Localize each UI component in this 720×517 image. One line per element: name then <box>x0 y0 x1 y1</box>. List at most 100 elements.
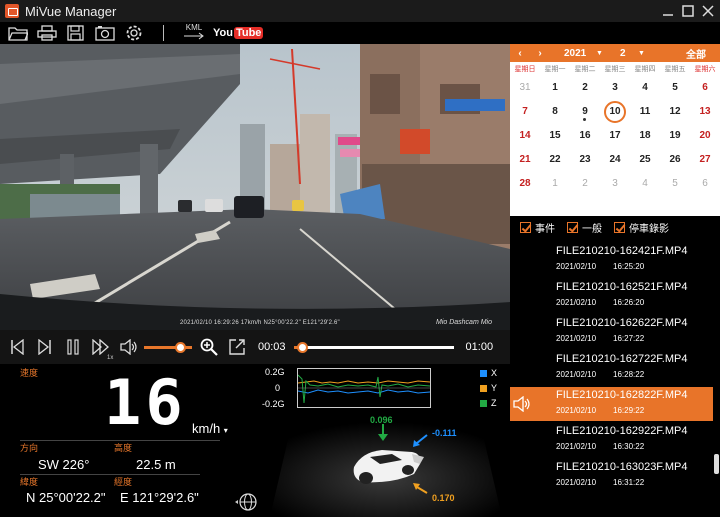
calendar-day[interactable]: 5 <box>660 172 690 196</box>
playback-controls: 1x 00:03 01:00 <box>0 330 510 364</box>
calendar-day-number: 1 <box>552 178 558 189</box>
legend-swatch <box>480 384 487 392</box>
calendar-day-selected[interactable]: 10 <box>600 100 630 124</box>
calendar-day-number: 3 <box>612 178 618 189</box>
calendar-day[interactable]: 17 <box>600 124 630 148</box>
file-list-item-selected[interactable]: FILE210210-162822F.MP4 2021/02/10 16:29:22 <box>510 387 713 421</box>
month-selector[interactable]: 2 <box>620 48 626 59</box>
calendar-day[interactable]: 19 <box>660 124 690 148</box>
calendar-day[interactable]: 22 <box>540 148 570 172</box>
minimize-button[interactable] <box>660 3 676 19</box>
calendar-day[interactable]: 25 <box>630 148 660 172</box>
calendar-day[interactable]: 3 <box>600 76 630 100</box>
seek-bar[interactable] <box>293 341 454 353</box>
video-timestamp-overlay: 2021/02/10 16:29:26 17km/h N25°00'22.2" … <box>180 320 340 326</box>
calendar-day[interactable]: 2 <box>570 172 600 196</box>
filter-normal-checkbox[interactable]: 一般 <box>567 220 602 235</box>
speed-unit-selector[interactable]: km/h ▾ <box>192 421 228 436</box>
pause-button[interactable] <box>62 336 84 358</box>
calendar-day[interactable]: 18 <box>630 124 660 148</box>
playback-speed-button[interactable]: 1x <box>90 336 113 361</box>
file-list-item[interactable]: FILE210210-162922F.MP4 2021/02/10 16:30:22 <box>510 423 713 457</box>
next-file-button[interactable] <box>34 336 56 358</box>
previous-file-button[interactable] <box>6 336 28 358</box>
seek-bar-handle[interactable] <box>296 341 308 353</box>
file-list-item[interactable]: FILE210210-162421F.MP4 2021/02/10 16:25:20 <box>510 243 713 277</box>
file-time: 16:26:20 <box>613 298 645 307</box>
calendar-day[interactable]: 31 <box>510 76 540 100</box>
calendar-day[interactable]: 7 <box>510 100 540 124</box>
divider <box>20 474 200 475</box>
close-button[interactable] <box>700 3 716 19</box>
calendar-day-number: 7 <box>522 106 528 117</box>
calendar-day[interactable]: 8 <box>540 100 570 124</box>
calendar-day[interactable]: 4 <box>630 172 660 196</box>
open-folder-button[interactable] <box>7 23 29 43</box>
altitude-label: 高度 <box>114 443 133 453</box>
calendar-day[interactable]: 15 <box>540 124 570 148</box>
calendar-day-number: 19 <box>669 130 681 141</box>
calendar-day[interactable]: 6 <box>690 76 720 100</box>
print-button[interactable] <box>36 23 58 43</box>
calendar-day[interactable]: 4 <box>630 76 660 100</box>
calendar-day[interactable]: 21 <box>510 148 540 172</box>
pause-icon <box>67 339 79 355</box>
settings-button[interactable] <box>123 23 145 43</box>
show-all-button[interactable]: 全部 <box>686 46 706 61</box>
caret-down-icon: ▾ <box>223 426 228 435</box>
volume-slider-handle[interactable] <box>175 341 186 353</box>
calendar-day[interactable]: 9 <box>570 100 600 124</box>
filter-parking-checkbox[interactable]: 停車錄影 <box>614 220 669 235</box>
fullscreen-button[interactable] <box>226 336 248 358</box>
filter-event-checkbox[interactable]: 事件 <box>520 220 555 235</box>
checkbox-checked-icon <box>520 221 531 233</box>
calendar-day[interactable]: 11 <box>630 100 660 124</box>
calendar-day-number: 5 <box>672 178 678 189</box>
calendar-day-number: 15 <box>549 130 561 141</box>
gsensor-plot-area[interactable] <box>297 368 431 408</box>
youtube-upload-button[interactable]: You Tube <box>213 27 264 39</box>
calendar-day[interactable]: 24 <box>600 148 630 172</box>
calendar-day[interactable]: 12 <box>660 100 690 124</box>
video-frame[interactable]: 2021/02/10 16:29:26 17km/h N25°00'22.2" … <box>0 44 510 330</box>
zoom-button[interactable] <box>198 336 220 358</box>
toolbar-divider <box>163 25 164 41</box>
arrow-right-icon <box>184 32 204 40</box>
calendar-day[interactable]: 16 <box>570 124 600 148</box>
calendar-day[interactable]: 2 <box>570 76 600 100</box>
file-list-item[interactable]: FILE210210-162622F.MP4 2021/02/10 16:27:22 <box>510 315 713 349</box>
file-date: 2021/02/10 <box>556 478 597 487</box>
weekday-label: 星期四 <box>634 66 656 73</box>
calendar-day[interactable]: 14 <box>510 124 540 148</box>
calendar-day[interactable]: 6 <box>690 172 720 196</box>
calendar-day[interactable]: 13 <box>690 100 720 124</box>
volume-slider[interactable] <box>144 341 192 353</box>
calendar-day[interactable]: 20 <box>690 124 720 148</box>
calendar-day[interactable]: 3 <box>600 172 630 196</box>
globe-button[interactable] <box>234 492 258 517</box>
calendar-day-number: 4 <box>642 178 648 189</box>
calendar-day[interactable]: 1 <box>540 172 570 196</box>
calendar-day[interactable]: 26 <box>660 148 690 172</box>
calendar-day[interactable]: 23 <box>570 148 600 172</box>
calendar-day-number: 16 <box>579 130 591 141</box>
calendar-day[interactable]: 27 <box>690 148 720 172</box>
year-selector[interactable]: 2021 <box>564 48 586 59</box>
month-dropdown-icon[interactable]: ▼ <box>638 50 645 57</box>
file-list-item[interactable]: FILE210210-163023F.MP4 2021/02/10 16:31:22 <box>510 459 713 493</box>
file-list-item[interactable]: FILE210210-162521F.MP4 2021/02/10 16:26:20 <box>510 279 713 313</box>
camera-icon <box>95 26 115 41</box>
file-list-item[interactable]: FILE210210-162722F.MP4 2021/02/10 16:28:22 <box>510 351 713 385</box>
export-kml-button[interactable]: KML <box>183 23 205 43</box>
year-dropdown-icon[interactable]: ▼ <box>596 50 603 57</box>
volume-button[interactable] <box>118 336 140 358</box>
file-list-scrollbar[interactable] <box>714 454 719 474</box>
calendar-day[interactable]: 5 <box>660 76 690 100</box>
maximize-button[interactable] <box>680 3 696 19</box>
calendar-day[interactable]: 28 <box>510 172 540 196</box>
next-month-button[interactable]: › <box>530 48 550 59</box>
calendar-day[interactable]: 1 <box>540 76 570 100</box>
save-button[interactable] <box>65 23 87 43</box>
previous-month-button[interactable]: ‹ <box>510 48 530 59</box>
snapshot-button[interactable] <box>94 23 116 43</box>
